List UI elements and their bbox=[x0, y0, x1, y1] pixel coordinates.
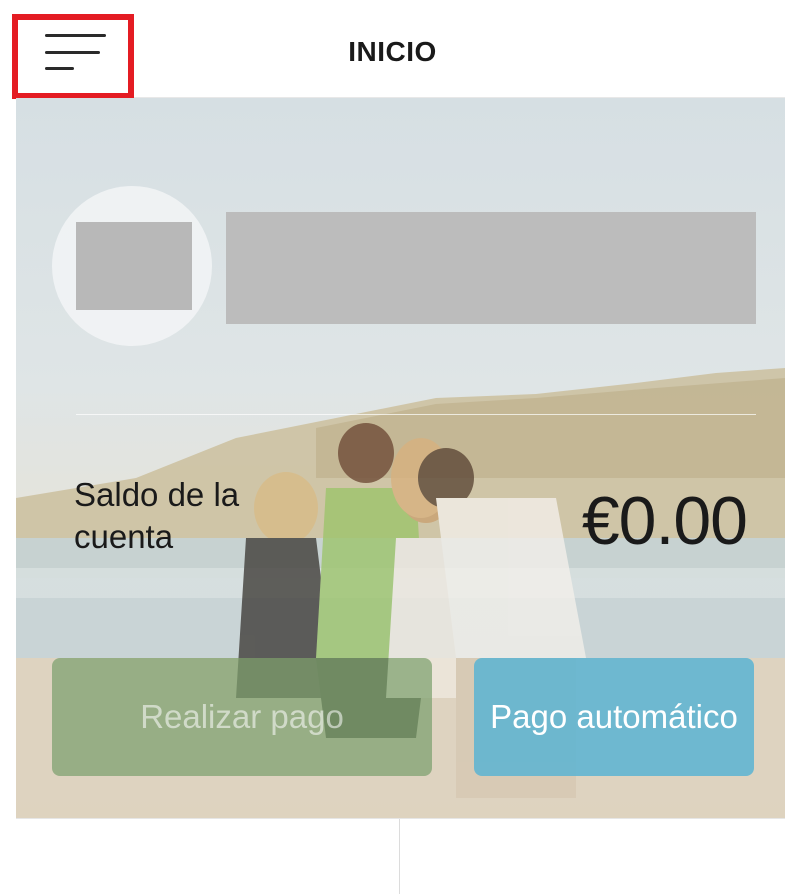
account-name bbox=[226, 212, 756, 324]
bottom-tile-right[interactable] bbox=[401, 819, 785, 894]
balance-value: €0.00 bbox=[581, 483, 748, 559]
avatar-image bbox=[76, 222, 192, 310]
balance-label: Saldo de la cuenta bbox=[74, 476, 240, 555]
page-title: INICIO bbox=[348, 36, 437, 67]
divider bbox=[76, 414, 756, 415]
make-payment-button[interactable]: Realizar pago bbox=[52, 658, 432, 776]
autopay-button[interactable]: Pago automático bbox=[474, 658, 754, 776]
bottom-tile-left[interactable] bbox=[16, 819, 400, 894]
hero-banner: Saldo de la cuenta €0.00 Realizar pago P… bbox=[16, 98, 785, 818]
bottom-bar bbox=[16, 818, 785, 894]
